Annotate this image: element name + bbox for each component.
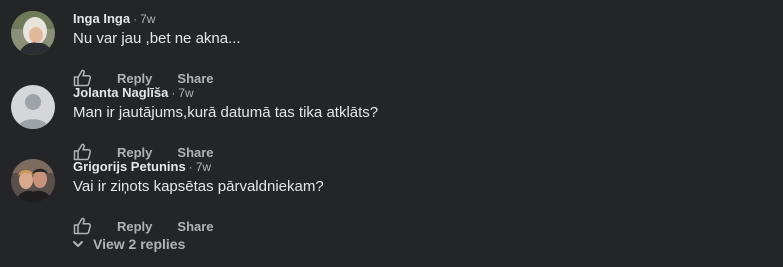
separator-dot: · — [188, 160, 193, 174]
reply-button[interactable]: Reply — [117, 145, 152, 160]
comment-text: Man ir jautājums,kurā datumā tas tika at… — [73, 104, 379, 121]
view-replies-button[interactable]: View 2 replies — [72, 234, 185, 254]
avatar[interactable] — [11, 11, 55, 55]
profile-photo — [11, 11, 55, 55]
comment-actions: Reply Share — [71, 216, 214, 236]
author-name[interactable]: Inga Inga — [73, 11, 130, 26]
share-button[interactable]: Share — [177, 219, 213, 234]
comment-thread: Inga Inga · 7w Nu var jau ,bet ne akna... … — [0, 0, 783, 267]
author-name[interactable]: Grigorijs Petunins — [73, 159, 186, 174]
author-name[interactable]: Jolanta Naglīša — [73, 85, 168, 100]
thumbs-up-icon — [73, 217, 91, 235]
share-button[interactable]: Share — [177, 145, 213, 160]
default-profile-icon — [11, 85, 55, 129]
comment-text: Nu var jau ,bet ne akna... — [73, 30, 241, 47]
avatar[interactable] — [11, 85, 55, 129]
reply-button[interactable]: Reply — [117, 71, 152, 86]
share-button[interactable]: Share — [177, 71, 213, 86]
comment-meta: Grigorijs Petunins · 7w — [73, 159, 211, 175]
like-button[interactable] — [71, 216, 93, 236]
comment-time[interactable]: 7w — [140, 12, 155, 26]
view-replies-label: View 2 replies — [93, 236, 186, 252]
profile-photo — [11, 159, 55, 203]
separator-dot: · — [133, 12, 138, 26]
comment-text: Vai ir ziņots kapsētas pārvaldniekam? — [73, 178, 324, 195]
separator-dot: · — [171, 86, 176, 100]
avatar[interactable] — [11, 159, 55, 203]
comment-time[interactable]: 7w — [196, 160, 211, 174]
comment-meta: Jolanta Naglīša · 7w — [73, 85, 194, 101]
comment-meta: Inga Inga · 7w — [73, 11, 155, 27]
comment-time[interactable]: 7w — [178, 86, 193, 100]
chevron-down-icon — [73, 241, 83, 247]
reply-button[interactable]: Reply — [117, 219, 152, 234]
